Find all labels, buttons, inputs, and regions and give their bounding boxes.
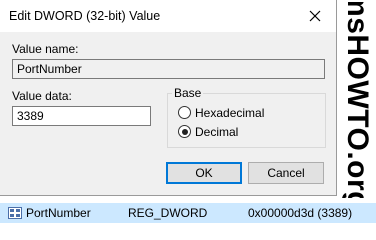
- hexadecimal-label[interactable]: Hexadecimal: [195, 106, 264, 120]
- value-data-input[interactable]: 3389: [12, 106, 151, 126]
- decimal-radio[interactable]: [178, 125, 191, 138]
- base-group-label: Base: [172, 86, 204, 100]
- decimal-label[interactable]: Decimal: [195, 125, 238, 139]
- value-name-field[interactable]: PortNumber: [12, 59, 325, 79]
- hexadecimal-radio[interactable]: [178, 106, 191, 119]
- cancel-button[interactable]: Cancel: [248, 162, 324, 184]
- watermark-text: msHOWTO.org: [341, 2, 374, 198]
- dialog-title: Edit DWORD (32-bit) Value: [9, 9, 161, 23]
- base-groupbox: [167, 93, 326, 148]
- registry-value-data: 0x00000d3d (3389): [248, 206, 353, 220]
- registry-binary-value-icon: [8, 207, 22, 219]
- title-bar: Edit DWORD (32-bit) Value: [0, 0, 336, 32]
- watermark: msHOWTO.org: [339, 2, 376, 198]
- registry-value-name: PortNumber: [26, 206, 91, 220]
- registry-row[interactable]: PortNumber REG_DWORD 0x00000d3d (3389): [0, 203, 376, 223]
- ok-button[interactable]: OK: [166, 162, 242, 184]
- close-icon[interactable]: [306, 7, 324, 25]
- registry-value-type: REG_DWORD: [128, 206, 208, 220]
- value-data-label: Value data:: [12, 89, 72, 103]
- value-name-label: Value name:: [12, 42, 79, 56]
- radio-selected-dot: [181, 128, 188, 135]
- edit-dword-dialog: Edit DWORD (32-bit) Value Value name: Po…: [0, 0, 337, 196]
